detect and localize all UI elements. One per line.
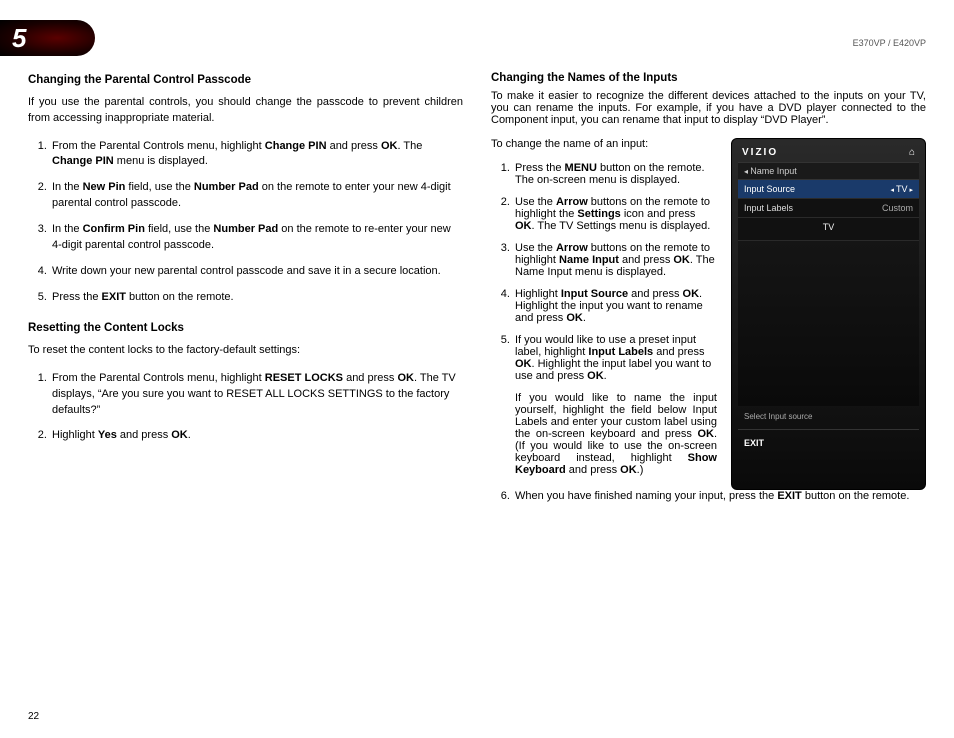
- step: Highlight Input Source and press OK. Hig…: [513, 288, 717, 324]
- osd-brand: VIZIO: [742, 147, 778, 158]
- step: If you would like to use a preset input …: [513, 334, 717, 476]
- rename-lead: To change the name of an input:: [491, 138, 717, 150]
- step: Use the Arrow buttons on the remote to h…: [513, 196, 717, 232]
- step: From the Parental Controls menu, highlig…: [50, 371, 463, 419]
- osd-breadcrumb: Name Input: [738, 163, 919, 180]
- step: Use the Arrow buttons on the remote to h…: [513, 242, 717, 278]
- step: In the New Pin field, use the Number Pad…: [50, 180, 463, 212]
- osd-header: VIZIO ⌂: [738, 145, 919, 163]
- heading-parental-passcode: Changing the Parental Control Passcode: [28, 72, 463, 89]
- step: Write down your new parental control pas…: [50, 264, 463, 280]
- osd-row-label: Input Source: [744, 184, 795, 194]
- chapter-number: 5: [12, 23, 26, 54]
- step: Press the MENU button on the remote. The…: [513, 162, 717, 186]
- tv-osd-panel: VIZIO ⌂ Name Input Input Source TV Input…: [731, 138, 926, 490]
- page-body: Changing the Parental Control Passcode I…: [28, 72, 926, 526]
- steps-parental: From the Parental Controls menu, highlig…: [50, 139, 463, 307]
- steps-rename: Press the MENU button on the remote. The…: [513, 162, 717, 476]
- osd-hint-text: Select Input source: [738, 406, 919, 423]
- step: Highlight Yes and press OK.: [50, 428, 463, 444]
- chapter-badge: 5: [0, 20, 95, 56]
- steps-reset-locks: From the Parental Controls menu, highlig…: [50, 371, 463, 445]
- right-column: Changing the Names of the Inputs To make…: [491, 72, 926, 526]
- intro-reset-locks: To reset the content locks to the factor…: [28, 343, 463, 359]
- osd-exit-label: EXIT: [738, 436, 919, 450]
- osd-row-label: Input Labels: [744, 203, 793, 213]
- osd-row-input-labels: Input Labels Custom: [738, 199, 919, 218]
- model-label: E370VP / E420VP: [853, 38, 926, 48]
- home-icon: ⌂: [909, 147, 915, 158]
- osd-row-value: Custom: [882, 203, 913, 213]
- step-note: If you would like to name the input your…: [515, 392, 717, 476]
- intro-rename-inputs: To make it easier to recognize the diffe…: [491, 90, 926, 126]
- step: Press the EXIT button on the remote.: [50, 290, 463, 306]
- left-column: Changing the Parental Control Passcode I…: [28, 72, 463, 526]
- step: From the Parental Controls menu, highlig…: [50, 139, 463, 171]
- heading-reset-locks: Resetting the Content Locks: [28, 320, 463, 337]
- osd-divider: [738, 429, 919, 430]
- page-number: 22: [28, 711, 39, 722]
- step: When you have finished naming your input…: [513, 490, 926, 502]
- osd-body-space: [738, 241, 919, 406]
- heading-rename-inputs: Changing the Names of the Inputs: [491, 72, 926, 84]
- intro-parental: If you use the parental controls, you sh…: [28, 95, 463, 127]
- right-row: To change the name of an input: Press th…: [491, 138, 926, 490]
- osd-center-value: TV: [738, 218, 919, 241]
- step: In the Confirm Pin field, use the Number…: [50, 222, 463, 254]
- steps-rename-cont: When you have finished naming your input…: [513, 490, 926, 512]
- right-text: To change the name of an input: Press th…: [491, 138, 717, 490]
- osd-row-input-source: Input Source TV: [738, 180, 919, 199]
- osd-row-value: TV: [891, 184, 913, 194]
